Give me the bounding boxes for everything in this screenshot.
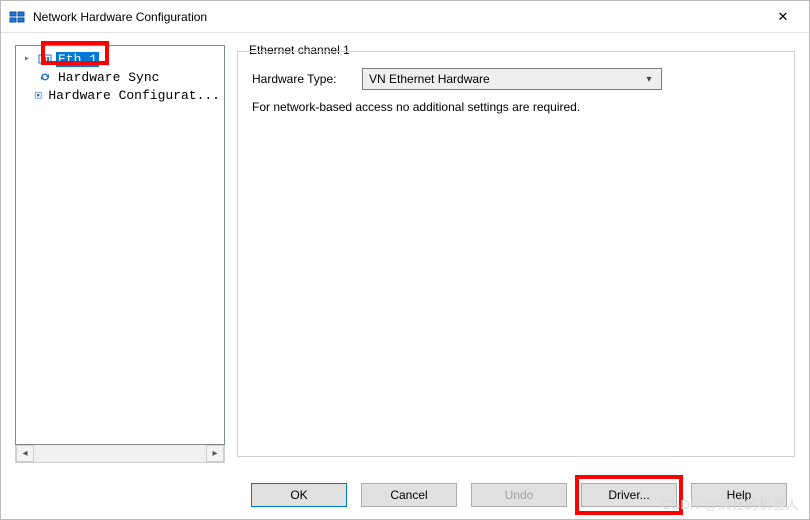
app-icon bbox=[9, 9, 25, 25]
hardware-type-row: Hardware Type: VN Ethernet Hardware ▾ bbox=[252, 68, 780, 90]
close-button[interactable]: ✕ bbox=[761, 1, 805, 33]
cancel-button[interactable]: Cancel bbox=[361, 483, 457, 507]
hardware-sync-icon bbox=[38, 70, 52, 84]
tree-item-eth1[interactable]: ▸ Eth 1 bbox=[18, 50, 222, 68]
tree-view[interactable]: ▸ Eth 1 Hardware Sync Hardware Configura… bbox=[15, 45, 225, 445]
tree-h-scrollbar[interactable]: ◂ ▸ bbox=[15, 445, 225, 463]
hardware-type-value: VN Ethernet Hardware bbox=[369, 72, 641, 86]
hardware-type-combobox[interactable]: VN Ethernet Hardware ▾ bbox=[362, 68, 662, 90]
tree-item-label: Eth 1 bbox=[56, 52, 99, 67]
tree-panel: ▸ Eth 1 Hardware Sync Hardware Configura… bbox=[15, 45, 225, 463]
undo-button[interactable]: Undo bbox=[471, 483, 567, 507]
hardware-config-icon bbox=[34, 88, 42, 102]
close-icon: ✕ bbox=[778, 9, 789, 25]
dialog-button-row: OK Cancel Undo Driver... Help bbox=[1, 471, 809, 519]
tree-item-hwconfig[interactable]: Hardware Configurat... bbox=[18, 86, 222, 104]
tree-item-label: Hardware Configurat... bbox=[46, 88, 222, 103]
ok-button[interactable]: OK bbox=[251, 483, 347, 507]
help-button[interactable]: Help bbox=[691, 483, 787, 507]
tree-twisty-icon: ▸ bbox=[24, 53, 34, 65]
chevron-down-icon: ▾ bbox=[641, 74, 657, 85]
details-panel: Ethernet channel 1 Hardware Type: VN Eth… bbox=[237, 45, 795, 463]
title-bar: Network Hardware Configuration ✕ bbox=[1, 1, 809, 33]
window-title: Network Hardware Configuration bbox=[33, 10, 761, 24]
tree-item-hwsync[interactable]: Hardware Sync bbox=[18, 68, 222, 86]
scroll-right-button[interactable]: ▸ bbox=[206, 445, 224, 462]
client-area: ▸ Eth 1 Hardware Sync Hardware Configura… bbox=[1, 33, 809, 471]
scroll-left-button[interactable]: ◂ bbox=[16, 445, 34, 462]
info-text: For network-based access no additional s… bbox=[252, 100, 780, 114]
ethernet-icon bbox=[38, 52, 52, 66]
driver-button[interactable]: Driver... bbox=[581, 483, 677, 507]
tree-item-label: Hardware Sync bbox=[56, 70, 161, 85]
groupbox: Hardware Type: VN Ethernet Hardware ▾ Fo… bbox=[237, 51, 795, 457]
hardware-type-label: Hardware Type: bbox=[252, 72, 352, 86]
